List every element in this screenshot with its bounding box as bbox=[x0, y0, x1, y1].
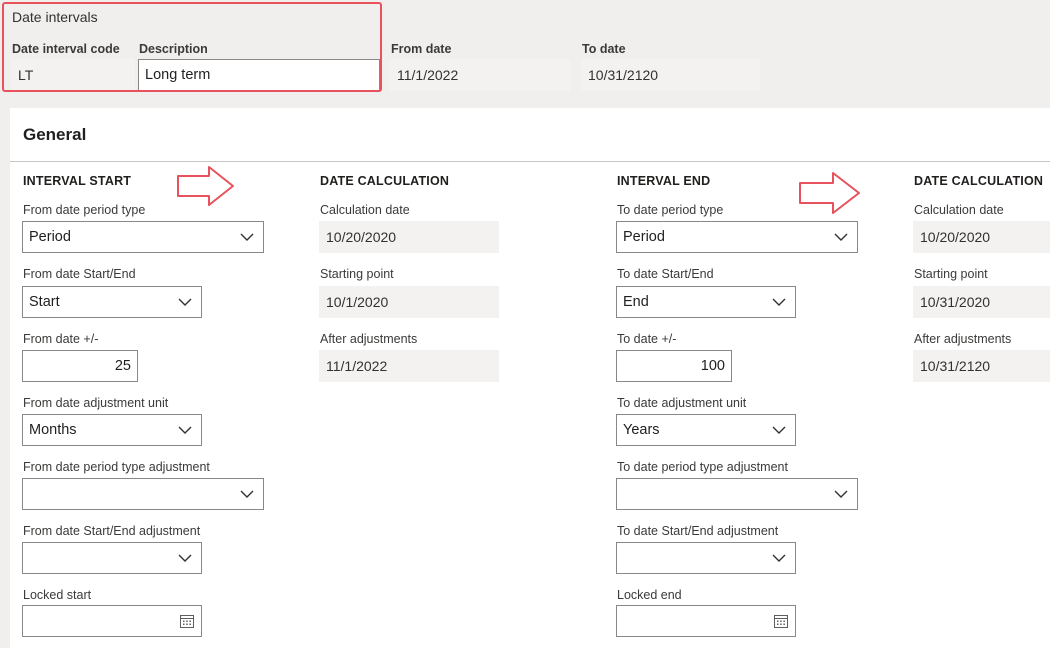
chevron-down-icon bbox=[772, 298, 786, 306]
arrow-right-icon bbox=[177, 166, 234, 206]
from-period-type-adj-select[interactable] bbox=[22, 478, 264, 510]
from-period-type-label: From date period type bbox=[23, 203, 146, 217]
to-start-end-select[interactable]: End bbox=[616, 286, 796, 318]
to-period-type-adj-select[interactable] bbox=[616, 478, 858, 510]
from-start-end-label: From date Start/End bbox=[23, 267, 136, 281]
start-calc-date-label: Calculation date bbox=[320, 203, 410, 217]
calendar-icon[interactable] bbox=[773, 613, 789, 629]
calendar-icon[interactable] bbox=[179, 613, 195, 629]
from-plus-minus-label: From date +/- bbox=[23, 332, 99, 346]
to-adj-unit-value: Years bbox=[623, 422, 660, 438]
general-title[interactable]: General bbox=[23, 125, 86, 145]
to-plus-minus-label: To date +/- bbox=[617, 332, 677, 346]
to-period-type-select[interactable]: Period bbox=[616, 221, 858, 253]
locked-end-date-input[interactable] bbox=[616, 605, 796, 637]
end-calc-date-field: 10/20/2020 bbox=[913, 221, 1050, 253]
end-after-adjustments-label: After adjustments bbox=[914, 332, 1012, 346]
chevron-down-icon bbox=[772, 426, 786, 434]
from-period-type-value: Period bbox=[29, 229, 71, 245]
to-date-field[interactable]: 10/31/2120 bbox=[581, 59, 760, 91]
end-starting-point-label: Starting point bbox=[914, 267, 988, 281]
chevron-down-icon bbox=[240, 233, 254, 241]
to-plus-minus-input[interactable]: 100 bbox=[616, 350, 732, 382]
to-period-type-value: Period bbox=[623, 229, 665, 245]
locked-start-date-input[interactable] bbox=[22, 605, 202, 637]
to-start-end-value: End bbox=[623, 294, 649, 310]
to-adj-unit-select[interactable]: Years bbox=[616, 414, 796, 446]
interval-start-heading: INTERVAL START bbox=[23, 174, 132, 188]
chevron-down-icon bbox=[834, 233, 848, 241]
start-after-adjustments-field: 11/1/2022 bbox=[319, 350, 499, 382]
start-date-calculation-heading: DATE CALCULATION bbox=[320, 174, 450, 188]
start-starting-point-label: Starting point bbox=[320, 267, 394, 281]
to-date-label: To date bbox=[582, 42, 626, 56]
to-start-end-adj-select[interactable] bbox=[616, 542, 796, 574]
annotation-highlight-box bbox=[2, 2, 382, 92]
from-start-end-value: Start bbox=[29, 294, 60, 310]
interval-end-heading: INTERVAL END bbox=[617, 174, 711, 188]
locked-start-label: Locked start bbox=[23, 588, 92, 602]
start-starting-point-field: 10/1/2020 bbox=[319, 286, 499, 318]
to-start-end-adj-label: To date Start/End adjustment bbox=[617, 524, 779, 538]
locked-end-label: Locked end bbox=[617, 588, 682, 602]
from-adj-unit-select[interactable]: Months bbox=[22, 414, 202, 446]
chevron-down-icon bbox=[772, 554, 786, 562]
start-calc-date-field: 10/20/2020 bbox=[319, 221, 499, 253]
from-start-end-adj-select[interactable] bbox=[22, 542, 202, 574]
from-period-type-select[interactable]: Period bbox=[22, 221, 264, 253]
from-plus-minus-input[interactable]: 25 bbox=[22, 350, 138, 382]
to-adj-unit-label: To date adjustment unit bbox=[617, 396, 747, 410]
end-starting-point-field: 10/31/2020 bbox=[913, 286, 1050, 318]
from-start-end-adj-label: From date Start/End adjustment bbox=[23, 524, 201, 538]
from-date-field[interactable]: 11/1/2022 bbox=[390, 59, 570, 91]
to-period-type-label: To date period type bbox=[617, 203, 724, 217]
from-start-end-select[interactable]: Start bbox=[22, 286, 202, 318]
end-calc-date-label: Calculation date bbox=[914, 203, 1004, 217]
start-after-adjustments-label: After adjustments bbox=[320, 332, 418, 346]
from-adj-unit-value: Months bbox=[29, 422, 77, 438]
chevron-down-icon bbox=[178, 298, 192, 306]
arrow-right-icon bbox=[799, 172, 860, 214]
from-period-type-adj-label: From date period type adjustment bbox=[23, 460, 210, 474]
to-period-type-adj-label: To date period type adjustment bbox=[617, 460, 788, 474]
to-start-end-label: To date Start/End bbox=[617, 267, 714, 281]
end-date-calculation-heading: DATE CALCULATION bbox=[914, 174, 1044, 188]
end-after-adjustments-field: 10/31/2120 bbox=[913, 350, 1050, 382]
chevron-down-icon bbox=[178, 554, 192, 562]
chevron-down-icon bbox=[240, 490, 254, 498]
general-divider bbox=[10, 161, 1050, 162]
from-date-label: From date bbox=[391, 42, 452, 56]
chevron-down-icon bbox=[834, 490, 848, 498]
chevron-down-icon bbox=[178, 426, 192, 434]
from-adj-unit-label: From date adjustment unit bbox=[23, 396, 169, 410]
